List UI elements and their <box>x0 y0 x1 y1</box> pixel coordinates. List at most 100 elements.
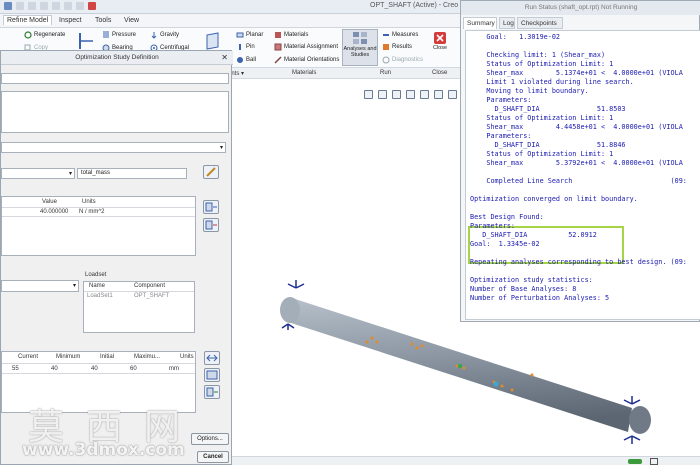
tab-inspect[interactable]: Inspect <box>56 16 85 25</box>
log-line: Moving to limit boundary. <box>470 87 589 95</box>
save-icon[interactable] <box>40 2 48 10</box>
table-row[interactable]: 40.000000 N / mm^2 <box>2 207 195 217</box>
remove-parameter-icon[interactable] <box>204 385 220 399</box>
description-field[interactable] <box>1 91 229 133</box>
saved-views-icon[interactable] <box>434 90 443 99</box>
tab-log[interactable]: Log <box>499 17 515 29</box>
log-line: Limit 1 violated during line search. <box>470 78 634 86</box>
goal-measure-field[interactable]: total_mass <box>77 168 187 179</box>
log-line: Status of Optimization Limit: 1 <box>470 60 614 68</box>
log-line: Status of Optimization Limit: 1 <box>470 114 614 122</box>
filter-icon[interactable] <box>650 458 658 465</box>
group-run: Run <box>380 70 392 76</box>
loadset-component: OPT_SHAFT <box>134 293 170 299</box>
goal-type-select[interactable]: ▾ <box>1 168 75 179</box>
constraint-icon[interactable] <box>204 31 222 51</box>
log-line: Repeating analyses corresponding to best… <box>470 258 687 266</box>
menu-bar: Refine Model Inspect Tools View <box>0 14 460 28</box>
regenerate-button[interactable]: Regenerate <box>24 31 65 39</box>
group-connections[interactable]: ints ▾ <box>230 70 244 77</box>
log-line: D_SHAFT_DIA 51.8846 <box>470 141 626 149</box>
tab-refine-model[interactable]: Refine Model <box>3 15 53 25</box>
add-limit-icon[interactable] <box>203 200 219 214</box>
log-line: Checking limit: 1 (Shear_max) <box>470 51 606 59</box>
refit-icon[interactable] <box>364 90 373 99</box>
results-icon <box>383 44 389 50</box>
loadset-table: Name Component LoadSet1 OPT_SHAFT <box>83 281 195 333</box>
log-line: Optimization converged on limit boundary… <box>470 195 638 203</box>
material-orientations-button[interactable]: Material Orientations <box>274 56 339 64</box>
pin-icon <box>239 44 241 50</box>
param-header-current: Current <box>18 354 39 360</box>
cancel-button[interactable]: Cancel <box>197 451 229 463</box>
material-assignment-button[interactable]: Material Assignment <box>274 43 338 51</box>
table-row[interactable]: 55 40 40 60 mm <box>2 363 195 374</box>
goal-measure-value: total_mass <box>81 170 111 176</box>
pin-button[interactable]: Pin <box>236 43 255 51</box>
parameter-table-icon[interactable] <box>204 368 220 382</box>
limit-units[interactable]: N / mm^2 <box>79 209 104 215</box>
limits-table: Value Units 40.000000 N / mm^2 <box>1 196 196 256</box>
results-button[interactable]: Results <box>382 43 412 51</box>
planar-button[interactable]: Planar <box>236 31 263 39</box>
diagnostics-button[interactable]: Diagnostics <box>382 56 423 64</box>
tab-view[interactable]: View <box>121 16 142 25</box>
force-moment-icon[interactable] <box>76 31 96 51</box>
display-style-icon[interactable] <box>420 90 429 99</box>
dialog-close-icon[interactable]: ✕ <box>221 53 228 62</box>
log-line: Parameters: <box>470 222 516 230</box>
app-icon <box>4 2 12 10</box>
analysis-select[interactable]: ▾ <box>1 280 79 292</box>
zoom-in-icon[interactable] <box>378 90 387 99</box>
close-window-icon[interactable] <box>88 2 96 10</box>
new-icon[interactable] <box>16 2 24 10</box>
ball-button[interactable]: Ball <box>236 56 256 64</box>
group-close: Close <box>432 70 448 76</box>
param-initial[interactable]: 40 <box>91 366 98 372</box>
add-parameter-icon[interactable] <box>204 351 220 365</box>
ball-label: Ball <box>246 57 257 63</box>
tab-checkpoints[interactable]: Checkpoints <box>517 17 563 29</box>
run-summary-text[interactable]: Goal: 1.3019e-02 Checking limit: 1 (Shea… <box>465 30 700 320</box>
diagnostics-label: Diagnostics <box>392 57 424 63</box>
log-line: Goal: 1.3019e-02 <box>470 33 561 41</box>
zoom-out-icon[interactable] <box>392 90 401 99</box>
pressure-button[interactable]: Pressure <box>102 31 136 39</box>
material-orientations-label: Material Orientations <box>284 57 340 63</box>
materials-button[interactable]: Materials <box>274 31 308 39</box>
study-name-field[interactable] <box>1 73 229 84</box>
limits-header-units: Units <box>82 199 96 205</box>
materials-label: Materials <box>284 32 309 38</box>
material-assignment-label: Material Assignment <box>284 44 339 50</box>
select-measure-icon[interactable] <box>203 165 219 179</box>
log-line: D_SHAFT_DIA 52.0912 <box>470 231 597 239</box>
param-minimum[interactable]: 40 <box>51 366 58 372</box>
run-status-window: Run Status (shaft_opt.rpt) Not Running S… <box>460 0 700 322</box>
repaint-icon[interactable] <box>406 90 415 99</box>
param-units[interactable]: mm <box>169 366 179 372</box>
tab-summary[interactable]: Summary <box>463 17 497 29</box>
param-current[interactable]: 55 <box>12 366 19 372</box>
ribbon-group-bar: ints ▾ Materials Run Close <box>228 68 460 79</box>
param-header-units: Units <box>180 354 194 360</box>
analyses-label: Analyses and Studies <box>343 46 377 58</box>
measures-button[interactable]: Measures <box>382 31 418 39</box>
material-assignment-icon <box>274 43 282 51</box>
regenerate-icon[interactable] <box>76 2 84 10</box>
remove-limit-icon[interactable] <box>203 218 219 232</box>
view-manager-icon[interactable] <box>448 90 457 99</box>
undo-icon[interactable] <box>52 2 60 10</box>
log-line: Optimization study statistics: <box>470 276 593 284</box>
gravity-button[interactable]: Gravity <box>150 31 179 39</box>
tab-tools[interactable]: Tools <box>92 16 114 25</box>
close-button[interactable]: Close <box>428 31 452 65</box>
limit-value[interactable]: 40.000000 <box>40 209 68 215</box>
dialog-title: Optimization Study Definition <box>1 51 233 65</box>
param-maximum[interactable]: 60 <box>130 366 137 372</box>
redo-icon[interactable] <box>64 2 72 10</box>
open-icon[interactable] <box>28 2 36 10</box>
study-type-select[interactable]: ▾ <box>1 142 226 153</box>
table-row[interactable]: LoadSet1 OPT_SHAFT <box>84 291 194 300</box>
analyses-and-studies-button[interactable]: Analyses and Studies <box>342 29 378 66</box>
param-header-minimum: Minimum <box>56 354 81 360</box>
